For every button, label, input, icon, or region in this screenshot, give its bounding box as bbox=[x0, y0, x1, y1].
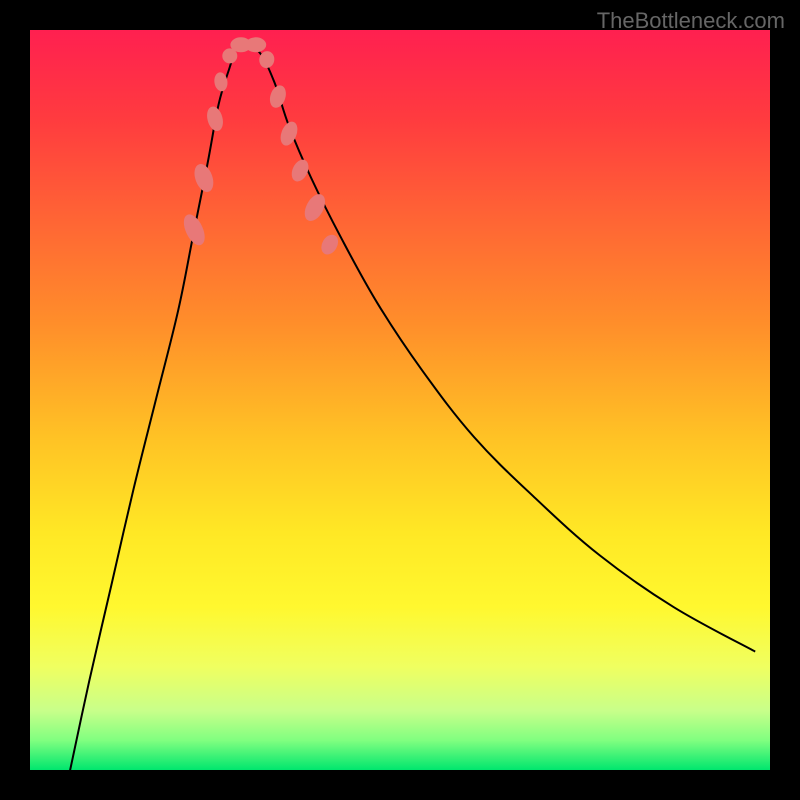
scatter-marker bbox=[268, 84, 288, 109]
scatter-marker bbox=[246, 38, 266, 52]
scatter-marker bbox=[223, 49, 237, 63]
scatter-marker bbox=[289, 158, 311, 184]
watermark-text: TheBottleneck.com bbox=[597, 8, 785, 34]
plot-area bbox=[30, 30, 770, 770]
scatter-marker bbox=[192, 162, 217, 194]
curve-layer bbox=[30, 30, 770, 770]
scatter-marker bbox=[319, 232, 341, 256]
scatter-marker bbox=[205, 105, 225, 132]
marker-group bbox=[180, 38, 340, 257]
bottleneck-curve bbox=[67, 43, 755, 770]
scatter-marker bbox=[180, 212, 208, 248]
scatter-marker bbox=[214, 72, 228, 91]
